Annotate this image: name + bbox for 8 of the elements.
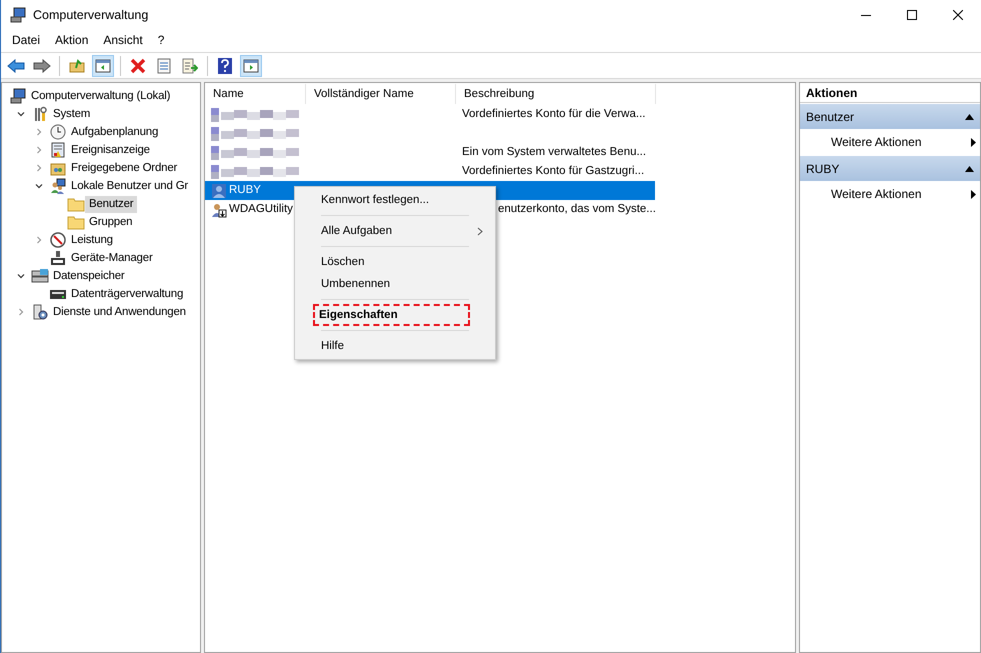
- user-name: RUBY: [229, 182, 261, 198]
- window-title: Computerverwaltung: [33, 6, 148, 24]
- actions-title: Aktionen: [800, 83, 980, 103]
- description-cell-text: Ein vom System verwaltetes Benu...: [461, 144, 646, 160]
- description-cell-text: Vordefiniertes Konto für Gastzugri...: [461, 164, 644, 179]
- user-name: WDAGUtility: [229, 202, 293, 217]
- description-cell-text: enutzerkonto, das vom Syste...: [497, 202, 656, 217]
- description-cell-text: Vordefiniertes Konto für die Verwa...: [461, 106, 646, 122]
